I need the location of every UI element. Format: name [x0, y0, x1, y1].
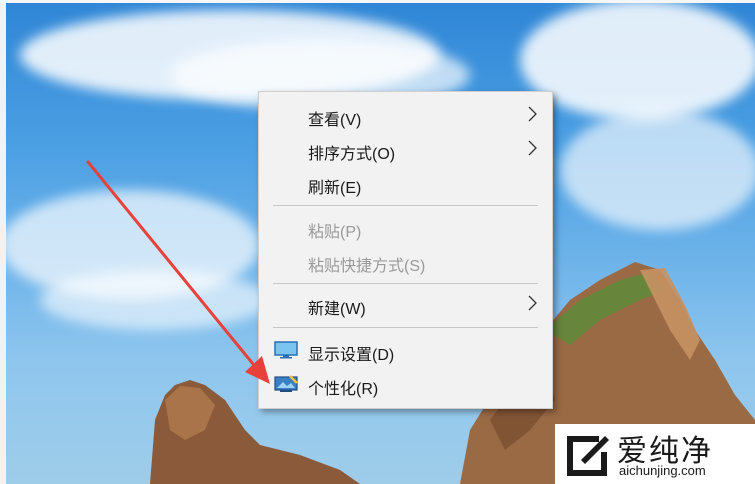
site-watermark: 爱纯净 aichunjing.com — [555, 424, 755, 484]
aichunjing-logo-icon — [567, 436, 609, 476]
annotation-arrow — [86, 160, 270, 384]
watermark-url: aichunjing.com — [619, 463, 706, 478]
